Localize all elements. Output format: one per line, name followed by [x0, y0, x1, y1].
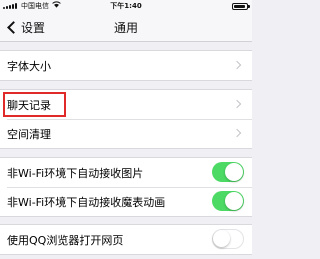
row-font-size[interactable]: 字体大小: [0, 51, 252, 80]
row-label: 空间清理: [7, 127, 51, 141]
chevron-right-icon: [232, 99, 242, 109]
auto-receive-images-toggle[interactable]: [212, 162, 244, 182]
settings-group-storage: 聊天记录 空间清理: [0, 89, 252, 149]
qq-browser-toggle[interactable]: [212, 229, 244, 249]
auto-receive-animations-toggle[interactable]: [212, 191, 244, 211]
row-auto-receive-animations: 非Wi-Fi环境下自动接收魔表动画: [0, 187, 252, 216]
row-chat-history[interactable]: 聊天记录: [0, 90, 252, 119]
chevron-right-icon: [232, 60, 242, 70]
toggle-knob: [225, 163, 243, 181]
chevron-right-icon: [232, 128, 242, 138]
row-qq-browser: 使用QQ浏览器打开网页: [0, 225, 252, 254]
row-space-cleanup[interactable]: 空间清理: [0, 119, 252, 148]
navigation-bar: 设置 通用: [0, 12, 252, 42]
highlight-box: [3, 92, 66, 117]
row-label: 字体大小: [7, 59, 51, 73]
battery-icon: [232, 2, 250, 10]
row-label: 使用QQ浏览器打开网页: [7, 233, 124, 247]
settings-group-auto-receive: 非Wi-Fi环境下自动接收图片 非Wi-Fi环境下自动接收魔表动画: [0, 157, 252, 217]
settings-group-font: 字体大小: [0, 50, 252, 81]
row-label: 非Wi-Fi环境下自动接收图片: [7, 166, 144, 180]
status-time: 下午1:40: [110, 2, 142, 10]
toggle-knob: [213, 230, 230, 247]
toggle-knob: [225, 192, 243, 210]
status-right: [229, 0, 250, 12]
row-auto-receive-images: 非Wi-Fi环境下自动接收图片: [0, 158, 252, 187]
settings-group-browser: 使用QQ浏览器打开网页: [0, 224, 252, 255]
page-title: 通用: [113, 21, 138, 35]
status-bar: 中国电信 下午1:40: [0, 0, 252, 12]
row-label: 非Wi-Fi环境下自动接收魔表动画: [7, 195, 166, 209]
